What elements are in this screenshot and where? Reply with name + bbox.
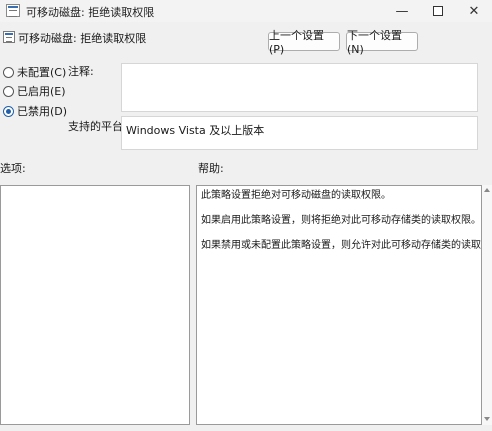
help-paragraph: 如果启用此策略设置，则将拒绝对此可移动存储类的读取权限。 [201,215,481,226]
close-button[interactable]: ✕ [456,0,492,22]
minimize-icon: — [395,3,409,19]
radio-label: 已禁用(D) [17,105,68,118]
radio-button[interactable] [3,85,14,97]
window-title: 可移动磁盘: 拒绝读取权限 [26,6,155,19]
platform-field: Windows Vista 及以上版本 [121,116,478,150]
radio-label: 已启用(E) [17,85,66,98]
help-paragraph: 如果禁用或未配置此策略设置，则允许对此可移动存储类的读取权限。 [201,240,482,251]
previous-setting-button[interactable]: 上一个设置(P) [268,29,340,56]
policy-settings-icon [6,4,20,17]
help-label: 帮助: [198,162,224,175]
comment-label: 注释: [68,65,94,78]
scroll-down-icon[interactable] [484,417,490,421]
next-setting-button[interactable]: 下一个设置(N) [346,29,418,56]
page-title: 可移动磁盘: 拒绝读取权限 [18,32,147,45]
comment-textarea[interactable] [121,63,478,112]
radio-button[interactable] [3,66,14,78]
platform-label: 支持的平台: [68,120,127,133]
maximize-icon [433,6,443,16]
policy-settings-icon [3,31,15,43]
maximize-button[interactable] [420,0,456,22]
help-paragraph: 此策略设置拒绝对可移动磁盘的读取权限。 [201,190,391,201]
title-bar: 可移动磁盘: 拒绝读取权限 — ✕ [0,0,492,22]
radio-label: 未配置(C) [17,66,67,79]
radio-not-configured[interactable]: 未配置(C) [3,64,66,80]
help-pane: 此策略设置拒绝对可移动磁盘的读取权限。 如果启用此策略设置，则将拒绝对此可移动存… [196,185,482,425]
minimize-button[interactable]: — [384,0,420,22]
radio-enabled[interactable]: 已启用(E) [3,83,66,99]
options-pane [0,185,190,425]
close-icon: ✕ [468,3,480,19]
options-label: 选项: [0,162,26,175]
radio-disabled[interactable]: 已禁用(D) [3,103,67,119]
radio-button-selected[interactable] [3,105,14,117]
help-scrollbar[interactable] [482,185,492,425]
scroll-up-icon[interactable] [484,188,490,192]
